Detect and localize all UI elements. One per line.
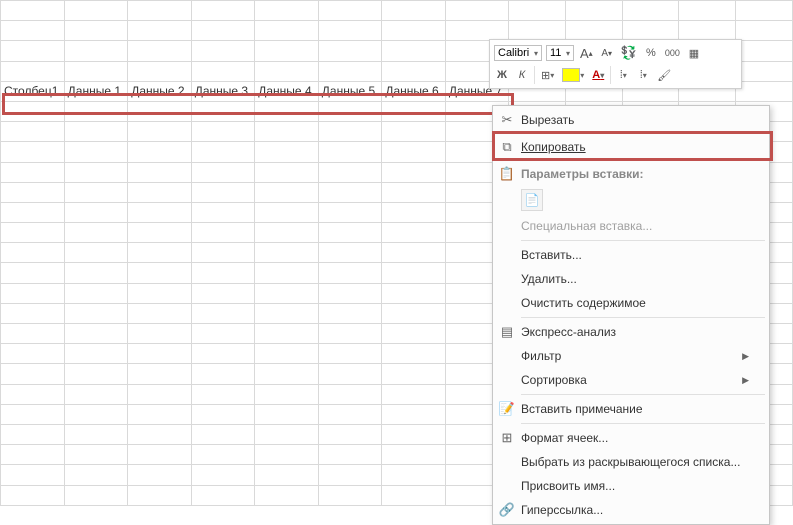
paste-options-row: 📄 bbox=[493, 186, 769, 214]
submenu-arrow-icon: ▶ bbox=[742, 375, 749, 386]
menu-filter[interactable]: Фильтр ▶ bbox=[493, 344, 769, 368]
menu-cut[interactable]: ✂ Вырезать bbox=[493, 108, 769, 132]
clipboard-icon: 📋 bbox=[493, 166, 521, 182]
comment-icon: 📝 bbox=[493, 401, 521, 417]
scissors-icon: ✂ bbox=[493, 112, 521, 128]
font-name-value: Calibri bbox=[498, 47, 529, 59]
menu-format-cells[interactable]: ⊞ Формат ячеек... bbox=[493, 426, 769, 450]
menu-insert-comment-label: Вставить примечание bbox=[521, 402, 749, 416]
menu-paste-options-label: Параметры вставки: bbox=[521, 167, 749, 181]
menu-separator bbox=[521, 423, 765, 424]
copy-icon: ⧉ bbox=[493, 139, 521, 155]
font-name-selector[interactable]: Calibri ▾ bbox=[494, 45, 542, 61]
menu-quick-analysis-label: Экспресс-анализ bbox=[521, 325, 749, 339]
cell-header-1[interactable]: Данные 1 bbox=[64, 81, 128, 101]
percent-format-button[interactable]: % bbox=[643, 44, 659, 62]
menu-sort[interactable]: Сортировка ▶ bbox=[493, 368, 769, 392]
menu-copy[interactable]: ⧉ Копировать bbox=[493, 132, 769, 162]
menu-paste-options-header: 📋 Параметры вставки: bbox=[493, 162, 769, 186]
menu-define-name[interactable]: Присвоить имя... bbox=[493, 474, 769, 498]
quick-analysis-icon: ▤ bbox=[493, 324, 521, 340]
menu-filter-label: Фильтр bbox=[521, 349, 742, 363]
menu-clear-contents-label: Очистить содержимое bbox=[521, 296, 749, 310]
menu-delete[interactable]: Удалить... bbox=[493, 267, 769, 291]
separator bbox=[610, 66, 611, 84]
menu-clear-contents[interactable]: Очистить содержимое bbox=[493, 291, 769, 315]
cell-header-5[interactable]: Данные 5 bbox=[318, 81, 382, 101]
increase-decimal-button[interactable]: ⁞▾ bbox=[635, 66, 651, 84]
hyperlink-icon: 🔗 bbox=[493, 502, 521, 518]
font-size-value: 11 bbox=[550, 47, 561, 59]
paste-option-button: 📄 bbox=[521, 189, 543, 211]
menu-insert-comment[interactable]: 📝 Вставить примечание bbox=[493, 397, 769, 421]
cell-header-0[interactable]: Столбец1 bbox=[1, 81, 65, 101]
menu-cut-label: Вырезать bbox=[521, 113, 749, 127]
chevron-down-icon: ▾ bbox=[566, 49, 570, 58]
menu-paste-special-label: Специальная вставка... bbox=[521, 219, 749, 233]
mini-toolbar: Calibri ▾ 11 ▾ A▴ A▾ 💱 % 000 ▦ Ж К ⊞▾ ▾ … bbox=[489, 39, 742, 89]
menu-insert[interactable]: Вставить... bbox=[493, 243, 769, 267]
format-painter-button[interactable]: 🖌 bbox=[655, 66, 673, 84]
borders-button[interactable]: ⊞▾ bbox=[539, 66, 556, 84]
menu-pick-from-list-label: Выбрать из раскрывающегося списка... bbox=[521, 455, 749, 469]
cell-header-6[interactable]: Данные 6 bbox=[382, 81, 446, 101]
cell-header-3[interactable]: Данные 3 bbox=[191, 81, 255, 101]
decrease-font-button[interactable]: A▾ bbox=[599, 44, 615, 62]
separator bbox=[534, 66, 535, 84]
menu-hyperlink[interactable]: 🔗 Гиперссылка... bbox=[493, 498, 769, 522]
menu-separator bbox=[521, 394, 765, 395]
menu-pick-from-list[interactable]: Выбрать из раскрывающегося списка... bbox=[493, 450, 769, 474]
bold-button[interactable]: Ж bbox=[494, 66, 510, 84]
increase-font-button[interactable]: A▴ bbox=[578, 44, 595, 62]
menu-separator bbox=[521, 317, 765, 318]
fill-color-button[interactable]: ▾ bbox=[560, 66, 586, 84]
font-color-button[interactable]: A▾ bbox=[590, 66, 606, 84]
decrease-decimal-button[interactable]: ⁞▾ bbox=[615, 66, 631, 84]
accounting-format-button[interactable]: 💱 bbox=[619, 44, 639, 62]
font-size-selector[interactable]: 11 ▾ bbox=[546, 45, 574, 61]
merge-center-button[interactable]: ▦ bbox=[686, 44, 702, 62]
menu-format-cells-label: Формат ячеек... bbox=[521, 431, 749, 445]
fill-color-swatch bbox=[562, 68, 580, 82]
comma-format-button[interactable]: 000 bbox=[663, 44, 682, 62]
italic-button[interactable]: К bbox=[514, 66, 530, 84]
cell-header-2[interactable]: Данные 2 bbox=[128, 81, 192, 101]
menu-paste-special: Специальная вставка... bbox=[493, 214, 769, 238]
format-cells-icon: ⊞ bbox=[493, 430, 521, 446]
menu-insert-label: Вставить... bbox=[521, 248, 749, 262]
menu-define-name-label: Присвоить имя... bbox=[521, 479, 749, 493]
menu-separator bbox=[521, 240, 765, 241]
submenu-arrow-icon: ▶ bbox=[742, 351, 749, 362]
cell-header-4[interactable]: Данные 4 bbox=[255, 81, 319, 101]
menu-hyperlink-label: Гиперссылка... bbox=[521, 503, 749, 517]
menu-quick-analysis[interactable]: ▤ Экспресс-анализ bbox=[493, 320, 769, 344]
menu-copy-label: Копировать bbox=[521, 140, 749, 154]
context-menu: ✂ Вырезать ⧉ Копировать 📋 Параметры вста… bbox=[492, 105, 770, 525]
chevron-down-icon: ▾ bbox=[534, 49, 538, 58]
menu-delete-label: Удалить... bbox=[521, 272, 749, 286]
menu-sort-label: Сортировка bbox=[521, 373, 742, 387]
